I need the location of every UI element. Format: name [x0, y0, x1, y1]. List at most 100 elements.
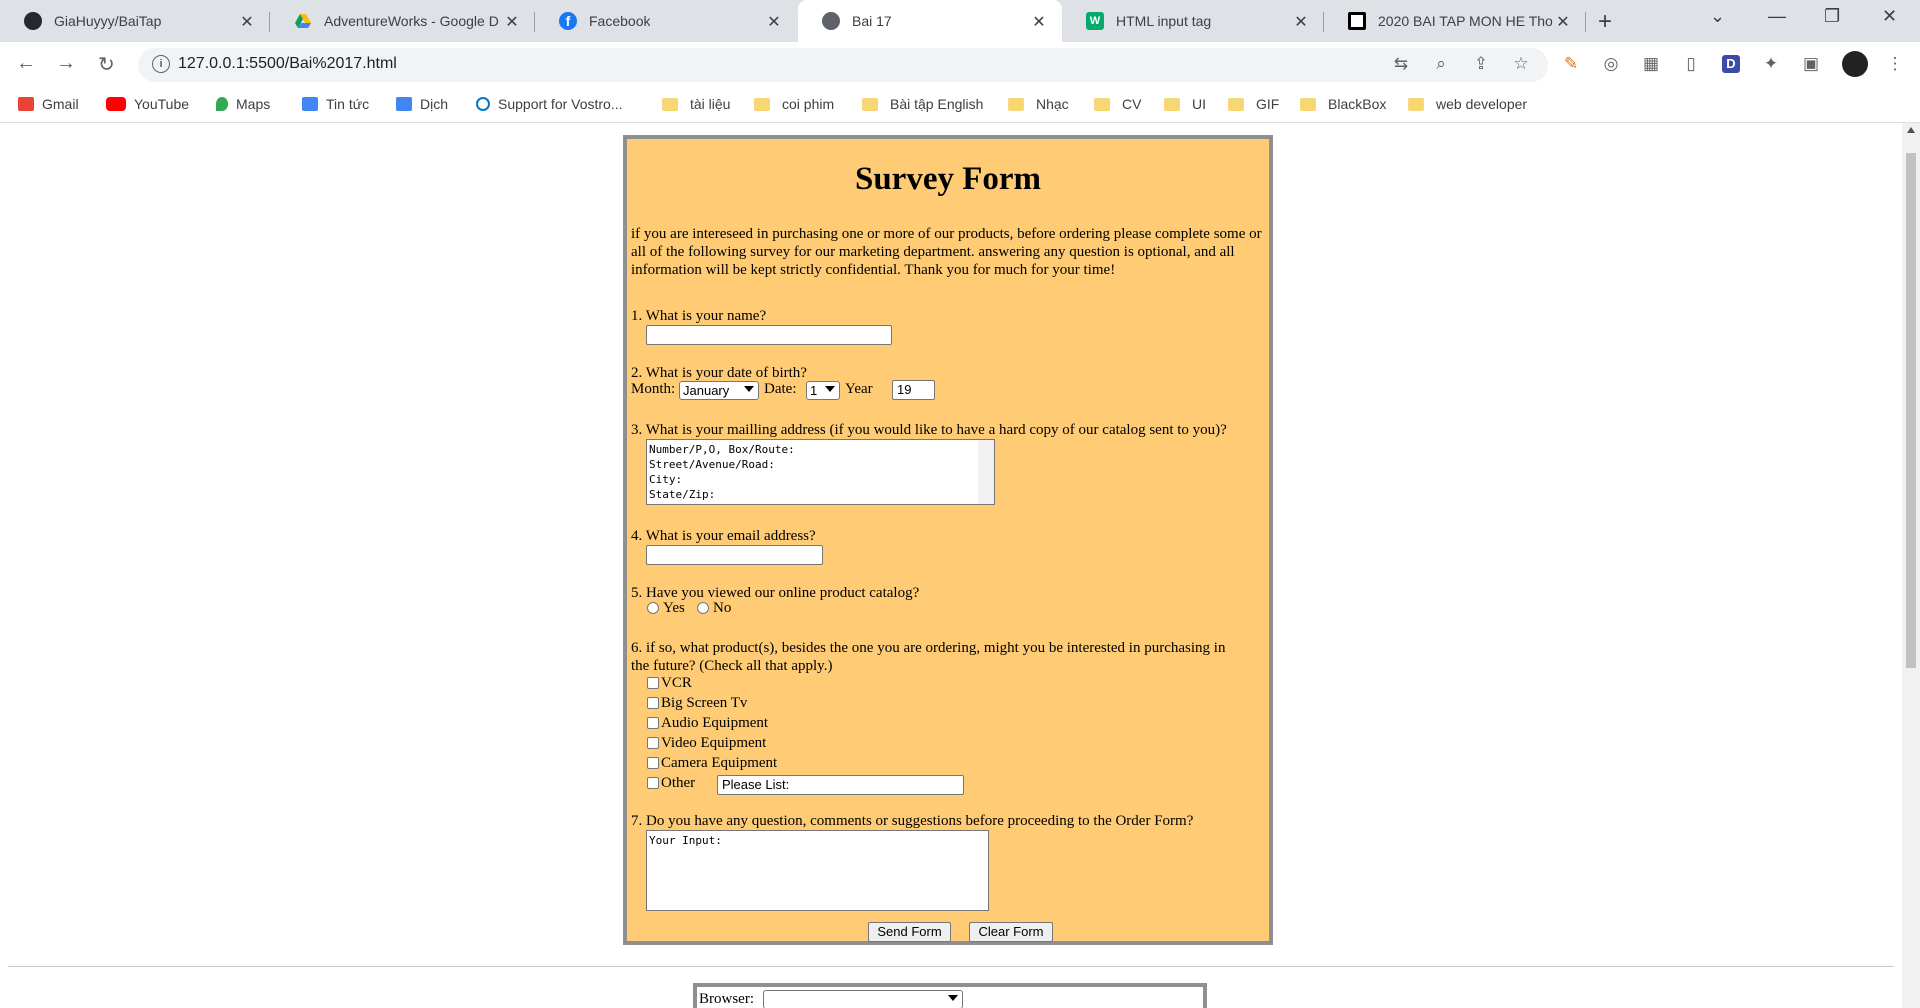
camera-equipment-checkbox[interactable]: [647, 757, 659, 769]
tab-search-icon[interactable]: ⌄: [1710, 6, 1725, 27]
big-screen-tv-checkbox[interactable]: [647, 697, 659, 709]
comments-textarea[interactable]: Your Input:: [646, 830, 989, 911]
back-icon[interactable]: ←: [16, 52, 36, 75]
bookmark-gmail[interactable]: Gmail: [18, 96, 79, 112]
restore-icon[interactable]: ❐: [1824, 6, 1840, 27]
translate-icon[interactable]: ⇆: [1392, 55, 1410, 73]
date-select[interactable]: 1: [806, 381, 840, 400]
email-input[interactable]: [646, 545, 823, 565]
share-icon[interactable]: ⇪: [1472, 55, 1490, 73]
avatar[interactable]: [1842, 51, 1868, 77]
tab-adventureworks[interactable]: AdventureWorks - Google D ✕: [270, 0, 535, 42]
tab-title: 2020 BAI TAP MON HE Tho: [1378, 13, 1553, 29]
bookmark-folder-tailieu[interactable]: tài liệu: [662, 96, 730, 112]
video-equipment-checkbox[interactable]: [647, 737, 659, 749]
bookmark-support[interactable]: Support for Vostro...: [476, 96, 623, 112]
intro-text: if you are intereseed in purchasing one …: [631, 226, 1262, 278]
globe-icon: [822, 12, 840, 30]
puzzle-icon[interactable]: ✦: [1762, 55, 1780, 73]
yes-radio[interactable]: [647, 602, 659, 614]
folder-icon: [1164, 97, 1180, 111]
clear-form-button[interactable]: Clear Form: [969, 922, 1053, 942]
textarea-scrollbar[interactable]: [978, 440, 994, 504]
browser-label: Browser:: [699, 991, 754, 1007]
tab-html-input[interactable]: W HTML input tag ✕: [1062, 0, 1324, 42]
close-icon[interactable]: ✕: [765, 12, 783, 32]
scroll-thumb[interactable]: [1906, 153, 1916, 668]
zoom-icon[interactable]: ⌕: [1432, 55, 1450, 73]
scroll-up-icon[interactable]: [1907, 127, 1915, 133]
side-panel-icon[interactable]: ▣: [1802, 55, 1820, 73]
folder-icon: [862, 97, 878, 111]
bookmark-folder-cv[interactable]: CV: [1094, 96, 1141, 112]
send-form-button[interactable]: Send Form: [868, 922, 951, 942]
other-input[interactable]: Please List:: [717, 775, 964, 795]
url-text[interactable]: 127.0.0.1:5500/Bai%2017.html: [178, 55, 397, 73]
maps-icon: [216, 97, 228, 111]
tab-title: Facebook: [589, 13, 651, 29]
bookmark-folder-nhac[interactable]: Nhạc: [1008, 96, 1069, 112]
month-label: Month:: [631, 381, 676, 397]
year-input[interactable]: 19: [892, 380, 935, 400]
bookmark-youtube[interactable]: YouTube: [106, 96, 189, 112]
square-logo-icon: [1348, 12, 1366, 30]
reload-icon[interactable]: ↻: [98, 52, 115, 77]
minimize-icon[interactable]: —: [1768, 6, 1786, 27]
close-icon[interactable]: ✕: [238, 12, 256, 32]
bookmark-label: Maps: [236, 96, 271, 112]
forward-icon[interactable]: →: [56, 52, 76, 75]
bookmark-label: coi phim: [782, 96, 835, 112]
bookmark-folder-webdev[interactable]: web developer: [1408, 96, 1527, 112]
bookmark-label: Tin tức: [326, 96, 370, 112]
close-icon[interactable]: ✕: [1554, 12, 1572, 32]
month-select[interactable]: January: [679, 381, 759, 400]
other-checkbox[interactable]: [647, 777, 659, 789]
page-scrollbar[interactable]: [1902, 123, 1920, 1008]
vcr-checkbox[interactable]: [647, 677, 659, 689]
tab-baitap[interactable]: 2020 BAI TAP MON HE Tho ✕: [1324, 0, 1586, 42]
close-icon[interactable]: ✕: [1030, 12, 1048, 32]
device-icon[interactable]: ▯: [1682, 55, 1700, 73]
bookmark-label: tài liệu: [690, 96, 731, 112]
bookmark-maps[interactable]: Maps: [216, 96, 270, 112]
bookmark-folder-blackbox[interactable]: BlackBox: [1300, 96, 1386, 112]
date-value: 1: [810, 383, 818, 398]
yes-label: Yes: [663, 600, 685, 616]
address-bar[interactable]: i 127.0.0.1:5500/Bai%2017.html: [138, 48, 1548, 82]
extension-grid-icon[interactable]: ▦: [1642, 55, 1660, 73]
address-textarea[interactable]: Number/P,O, Box/Route: Street/Avenue/Roa…: [646, 439, 995, 505]
question-products: 6. if so, what product(s), besides the o…: [631, 640, 1226, 656]
compass-icon[interactable]: ◎: [1602, 55, 1620, 73]
tab-facebook[interactable]: f Facebook ✕: [535, 0, 797, 42]
close-window-icon[interactable]: ✕: [1882, 6, 1897, 27]
new-tab-icon[interactable]: +: [1598, 8, 1612, 36]
bookmark-dich[interactable]: Dịch: [396, 96, 448, 112]
chevron-down-icon: [744, 386, 754, 392]
close-icon[interactable]: ✕: [503, 12, 521, 32]
bookmark-star-icon[interactable]: ☆: [1512, 55, 1530, 73]
audio-equipment-checkbox[interactable]: [647, 717, 659, 729]
browser-select[interactable]: [763, 990, 963, 1008]
tab-bai17[interactable]: Bai 17 ✕: [798, 0, 1062, 42]
bookmark-tintuc[interactable]: Tin tức: [302, 96, 369, 112]
dell-icon: [476, 97, 490, 111]
menu-icon[interactable]: ⋮: [1886, 55, 1904, 73]
google-drive-icon: [295, 14, 311, 28]
extension-d-icon[interactable]: D: [1722, 55, 1740, 73]
bookmark-folder-ui[interactable]: UI: [1164, 96, 1206, 112]
address-text: Number/P,O, Box/Route: Street/Avenue/Roa…: [649, 443, 795, 501]
no-radio[interactable]: [697, 602, 709, 614]
folder-icon: [1408, 97, 1424, 111]
folder-icon: [1094, 97, 1110, 111]
video-equipment-label: Video Equipment: [661, 735, 767, 751]
site-info-icon[interactable]: i: [152, 55, 170, 73]
bookmarks-bar: Gmail YouTube Maps Tin tức Dịch Support …: [0, 88, 1920, 123]
close-icon[interactable]: ✕: [1292, 12, 1310, 32]
bookmark-folder-baitap[interactable]: Bài tập English: [862, 96, 983, 112]
tab-github[interactable]: GiaHuyyy/BaiTap ✕: [0, 0, 270, 42]
gmail-icon: [18, 97, 34, 111]
bookmark-folder-gif[interactable]: GIF: [1228, 96, 1279, 112]
color-picker-icon[interactable]: ✎: [1562, 55, 1580, 73]
name-input[interactable]: [646, 325, 892, 345]
bookmark-folder-coiphim[interactable]: coi phim: [754, 96, 834, 112]
